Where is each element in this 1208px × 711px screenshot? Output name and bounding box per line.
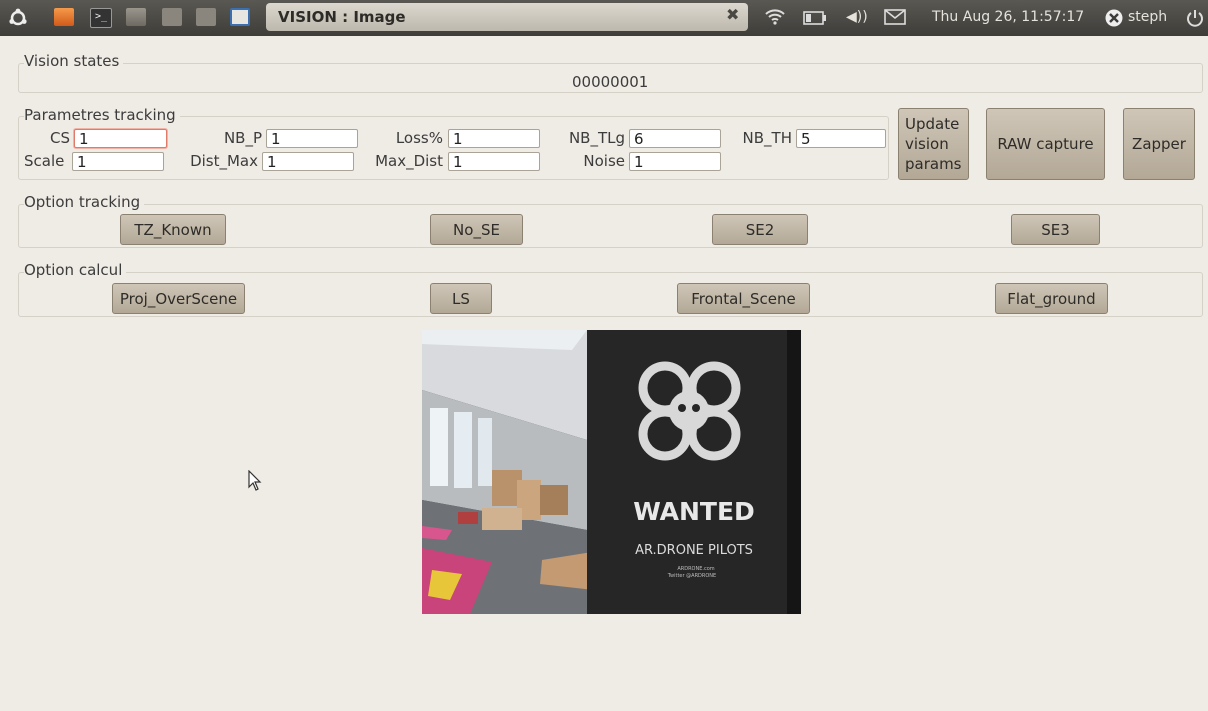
power-icon[interactable] (1186, 8, 1204, 32)
battery-icon[interactable] (803, 11, 827, 29)
camera-image: WANTED AR.DRONE PILOTS ARDRONE.com Twitt… (422, 330, 801, 614)
vision-window: Vision states 00000001 Parametres tracki… (6, 36, 1208, 711)
wifi-icon[interactable] (764, 6, 786, 30)
update-vision-params-button[interactable]: Update vision params (898, 108, 969, 180)
scale-input[interactable]: 1 (72, 152, 164, 171)
nb-tlg-label: NB_TLg (568, 129, 625, 147)
mail-icon[interactable] (884, 9, 906, 29)
ls-button[interactable]: LS (430, 283, 492, 314)
banner-small-2: Twitter @ARDRONE (667, 573, 716, 579)
folder-icon[interactable] (54, 8, 74, 26)
option-calcul-label: Option calcul (24, 261, 127, 279)
noise-label: Noise (583, 152, 625, 170)
proj-overscene-button[interactable]: Proj_OverScene (112, 283, 245, 314)
noise-input[interactable]: 1 (629, 152, 721, 171)
cs-label: CS (50, 129, 70, 147)
user-name[interactable]: steph (1128, 9, 1167, 25)
banner-small-1: ARDRONE.com (677, 566, 714, 572)
nb-th-label: NB_TH (742, 129, 792, 147)
no-se-button[interactable]: No_SE (430, 214, 523, 245)
se2-button[interactable]: SE2 (712, 214, 808, 245)
vision-states-label: Vision states (24, 52, 124, 70)
camera-scene: WANTED AR.DRONE PILOTS ARDRONE.com Twitt… (422, 330, 801, 614)
dist-max-input[interactable]: 1 (262, 152, 354, 171)
user-status-icon[interactable] (1104, 8, 1124, 32)
zapper-button[interactable]: Zapper (1123, 108, 1195, 180)
nb-th-input[interactable]: 5 (796, 129, 886, 148)
window-title: VISION : Image (278, 8, 406, 26)
se3-button[interactable]: SE3 (1011, 214, 1100, 245)
vision-states-value: 00000001 (572, 73, 649, 91)
panel-clock[interactable]: Thu Aug 26, 11:57:17 (932, 9, 1084, 25)
tz-known-button[interactable]: TZ_Known (120, 214, 226, 245)
raw-capture-button[interactable]: RAW capture (986, 108, 1105, 180)
option-tracking-label: Option tracking (24, 193, 145, 211)
window-3-icon[interactable] (230, 8, 250, 26)
window-icon[interactable] (162, 8, 182, 26)
cs-input[interactable]: 1 (74, 129, 167, 148)
volume-icon[interactable]: ◀)) (846, 9, 868, 25)
nb-p-label: NB_P (223, 129, 262, 147)
frontal-scene-button[interactable]: Frontal_Scene (677, 283, 810, 314)
banner-subtitle: AR.DRONE PILOTS (635, 543, 753, 558)
close-icon[interactable]: ✖ (726, 5, 739, 24)
folder-2-icon[interactable] (126, 8, 146, 26)
banner-title: WANTED (633, 497, 755, 526)
loss-input[interactable]: 1 (448, 129, 540, 148)
dist-max-label: Dist_Max (190, 152, 258, 170)
window-2-icon[interactable] (196, 8, 216, 26)
flat-ground-button[interactable]: Flat_ground (995, 283, 1108, 314)
max-dist-input[interactable]: 1 (448, 152, 540, 171)
nb-tlg-input[interactable]: 6 (629, 129, 721, 148)
mouse-cursor-icon (248, 469, 262, 496)
ubuntu-logo-icon[interactable] (8, 8, 28, 26)
max-dist-label: Max_Dist (375, 152, 443, 170)
top-panel: >_ VISION : Image ✖ ◀)) Thu Aug 26, 11:5… (0, 0, 1208, 36)
terminal-icon[interactable]: >_ (90, 8, 112, 28)
nb-p-input[interactable]: 1 (266, 129, 358, 148)
loss-label: Loss% (395, 129, 443, 147)
scale-label: Scale (24, 152, 65, 170)
active-window-tab[interactable]: VISION : Image (266, 3, 748, 31)
tracking-label: Parametres tracking (24, 106, 180, 124)
